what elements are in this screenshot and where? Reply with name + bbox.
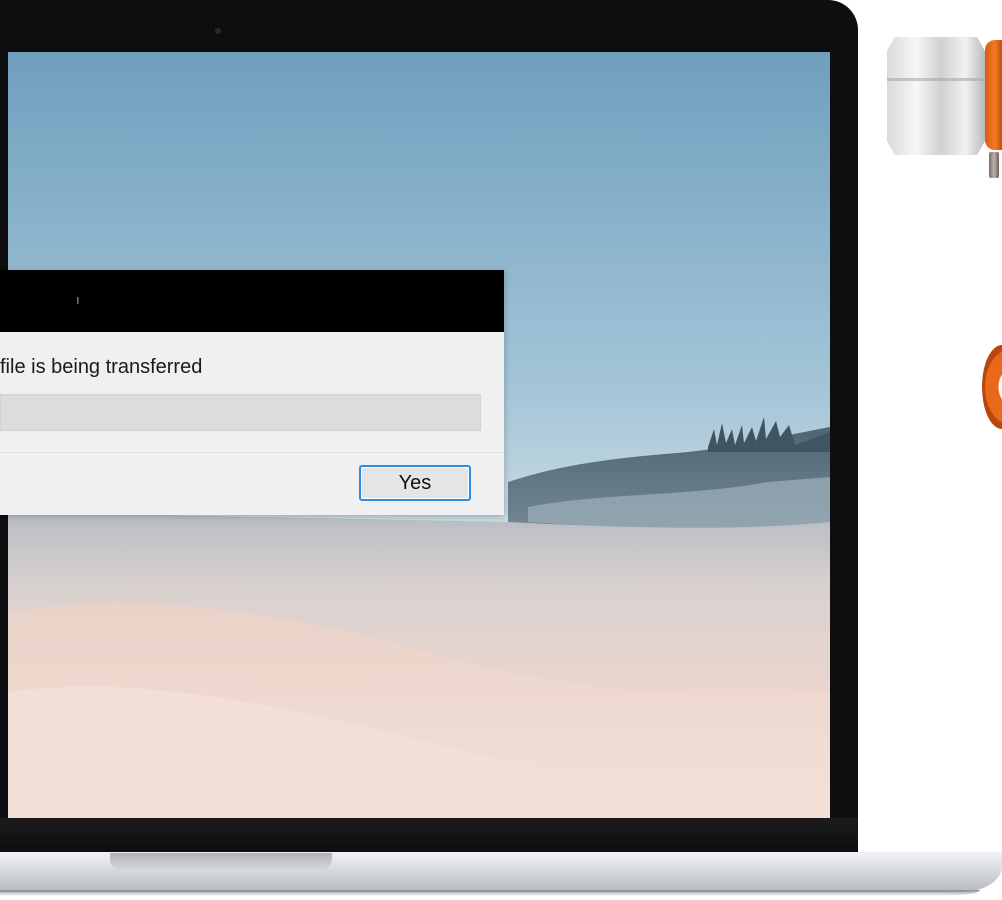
hex-nut-fitting [887, 37, 985, 155]
laptop-base-shadow [0, 890, 980, 896]
transfer-status-message: file is being transferred [0, 356, 203, 378]
trackpad-notch [110, 853, 332, 871]
file-transfer-dialog: ı file is being transferred Yes [0, 270, 504, 515]
orange-connector-body [985, 40, 1002, 150]
yes-button[interactable]: Yes [359, 465, 471, 501]
dialog-title: ı [76, 292, 80, 307]
transfer-progress-bar [0, 394, 481, 431]
dialog-button-row: Yes [0, 452, 504, 515]
webcam-icon [215, 28, 221, 34]
connector-pin [989, 152, 999, 178]
hex-nut-edge [887, 78, 985, 81]
orange-ring-connector [982, 345, 1002, 429]
dialog-titlebar[interactable]: ı [0, 270, 504, 332]
